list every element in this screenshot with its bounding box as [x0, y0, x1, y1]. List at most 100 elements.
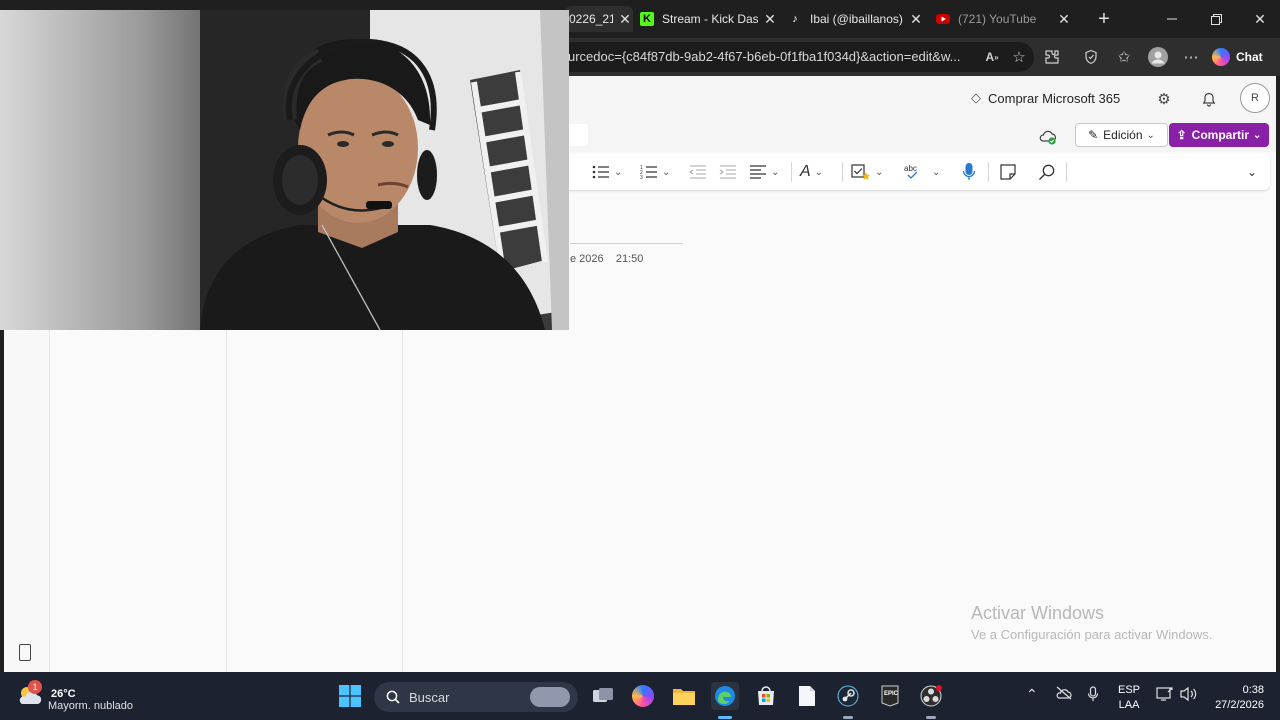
chevron-down-icon: ⌄: [932, 166, 941, 178]
navigation-rail: [4, 330, 50, 672]
network-icon[interactable]: [1156, 686, 1174, 702]
weather-widget[interactable]: 1 26°C Mayorm. nublado: [16, 680, 133, 712]
microsoft-store-icon[interactable]: [752, 682, 780, 710]
styles-button[interactable]: A ⌄: [800, 161, 823, 183]
tab-word-document[interactable]: 0226_21 ✕: [565, 6, 633, 32]
chevron-down-icon: ⌄: [875, 166, 884, 178]
restore-icon[interactable]: [1194, 0, 1238, 38]
note-date-text: e 2026: [570, 253, 604, 265]
favorite-star-icon[interactable]: ☆: [1006, 44, 1032, 70]
close-icon[interactable]: ✕: [908, 11, 924, 28]
microphone-tray-icon[interactable]: [1087, 686, 1099, 702]
webcam-overlay: [0, 10, 569, 330]
editing-label: Edición: [1103, 128, 1143, 142]
weather-description: Mayorm. nublado: [48, 700, 133, 712]
find-search-icon[interactable]: [1038, 161, 1056, 183]
chevron-down-icon: ⌄: [1146, 129, 1155, 141]
close-icon[interactable]: ✕: [1056, 11, 1072, 28]
mobile-view-icon[interactable]: [19, 644, 31, 661]
activate-windows-subtitle: Ve a Configuración para activar Windows.: [971, 627, 1213, 642]
tab-title: Ibai (@ibaillanos) |: [810, 12, 904, 26]
chevron-down-icon: ⌄: [614, 166, 623, 178]
align-button[interactable]: ⌄: [749, 161, 779, 183]
chevron-down-icon: ⌄: [814, 166, 824, 178]
close-icon[interactable]: ✕: [762, 11, 778, 28]
spelling-abc-icon: abc: [904, 164, 918, 179]
document-file-icon[interactable]: [793, 682, 821, 710]
keyboard-layout: LAA: [1118, 699, 1140, 711]
new-tab-button[interactable]: +: [1082, 0, 1126, 38]
input-language-indicator[interactable]: ESP LAA: [1118, 683, 1140, 713]
editing-mode-dropdown[interactable]: ✎ Edición ⌄: [1075, 123, 1168, 147]
obs-studio-icon[interactable]: [917, 682, 945, 710]
cloud-saved-icon[interactable]: [1038, 128, 1058, 146]
tab-title: (721) YouTube: [958, 12, 1037, 26]
system-clock[interactable]: 0:38 27/2/2026: [1206, 683, 1264, 713]
settings-gear-icon[interactable]: ⚙: [1153, 88, 1175, 110]
sections-pane[interactable]: [50, 330, 227, 672]
more-menu-icon[interactable]: ⋯: [1178, 44, 1204, 70]
buy-label: Comprar Microsoft 365: [988, 90, 1121, 106]
edge-browser-icon[interactable]: [711, 682, 739, 710]
editor-button[interactable]: ⌄: [851, 161, 883, 183]
search-icon: [386, 690, 400, 704]
cloud-sync-off-icon[interactable]: [1055, 686, 1073, 700]
running-app-indicator: [843, 716, 853, 719]
diamond-icon: ◇: [971, 90, 981, 105]
task-view-icon[interactable]: [589, 682, 617, 710]
tab-kick-dashboard[interactable]: K Stream - Kick Dashb ✕: [640, 6, 778, 32]
numbering-button[interactable]: 123 ⌄: [640, 161, 670, 183]
weather-temperature: 26°C: [51, 688, 76, 700]
read-aloud-icon[interactable]: A»: [979, 44, 1005, 70]
dictate-button[interactable]: [962, 161, 976, 183]
browser-essentials-icon[interactable]: [1078, 44, 1104, 70]
weather-text: 26°C Mayorm. nublado: [48, 688, 133, 712]
taskbar-search[interactable]: Buscar: [374, 682, 578, 712]
ribbon-divider: [791, 162, 792, 182]
volume-icon[interactable]: [1180, 686, 1198, 702]
bullets-button[interactable]: ⌄: [592, 161, 622, 183]
steam-icon[interactable]: [834, 682, 862, 710]
file-explorer-icon[interactable]: [670, 682, 698, 710]
svg-text:EPIC: EPIC: [884, 691, 899, 697]
copilot-taskbar-icon[interactable]: [629, 682, 657, 710]
svg-text:3: 3: [640, 175, 643, 180]
increase-indent-icon[interactable]: [719, 161, 737, 183]
account-avatar[interactable]: R: [1240, 83, 1270, 113]
copilot-chat-button[interactable]: Chat: [1212, 44, 1263, 70]
styles-icon: A: [800, 163, 811, 180]
tab-tiktok-ibai[interactable]: ♪ Ibai (@ibaillanos) | ✕: [788, 6, 924, 32]
tab-youtube[interactable]: (721) YouTube ✕: [936, 6, 1072, 32]
tab-title: 0226_21: [569, 12, 613, 26]
minimize-icon[interactable]: [1150, 0, 1194, 38]
url-text[interactable]: urcedoc={c84f87db-9ab2-4f67-b6eb-0f1fba1…: [568, 49, 973, 64]
favorites-icon[interactable]: ✩: [1111, 44, 1137, 70]
numbering-icon: 123: [640, 165, 657, 180]
profile-icon[interactable]: [1145, 44, 1171, 70]
note-date: e 2026 21:50: [570, 253, 643, 265]
notifications-bell-icon[interactable]: [1198, 88, 1220, 110]
ribbon-divider: [1066, 162, 1067, 182]
tiktok-icon: ♪: [792, 13, 798, 25]
pages-pane[interactable]: [227, 330, 403, 672]
active-app-indicator: [718, 716, 732, 719]
epic-games-icon[interactable]: EPIC: [876, 682, 904, 710]
share-button[interactable]: ⇪ Compartir ⌄: [1169, 123, 1269, 147]
decrease-indent-icon[interactable]: [689, 161, 707, 183]
align-left-icon: [750, 165, 766, 179]
close-icon[interactable]: ✕: [617, 11, 633, 28]
microphone-icon: [962, 163, 976, 180]
chevron-down-icon: ⌄: [771, 166, 780, 178]
ribbon-divider: [988, 162, 989, 182]
expand-ribbon-chevron-icon[interactable]: ⌄: [1247, 161, 1257, 183]
kick-icon: K: [640, 12, 654, 26]
show-hidden-icons-chevron-icon[interactable]: ⌃: [1026, 686, 1038, 703]
search-placeholder: Buscar: [409, 689, 450, 705]
buy-microsoft-365-button[interactable]: ◇ Comprar Microsoft 365: [971, 90, 1120, 106]
close-window-icon[interactable]: ✕: [1238, 0, 1280, 38]
start-windows-icon[interactable]: [336, 682, 364, 710]
screen: 0226_21 ✕ K Stream - Kick Dashb ✕ ♪ Ibai…: [0, 0, 1280, 720]
extensions-icon[interactable]: [1039, 44, 1065, 70]
spelling-button[interactable]: abc ⌄: [904, 161, 940, 183]
sticky-note-icon[interactable]: [999, 161, 1017, 183]
